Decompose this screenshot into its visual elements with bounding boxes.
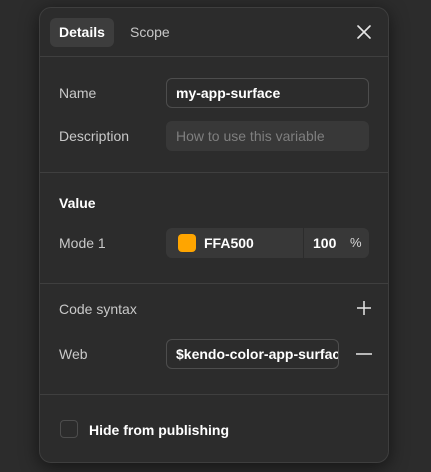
web-label: Web [59,346,88,362]
value-heading: Value [59,195,96,211]
color-hex-input[interactable]: FFA500 [204,228,254,258]
mode-label: Mode 1 [59,235,106,251]
divider [40,56,388,57]
hide-from-publishing-checkbox[interactable] [60,420,78,438]
divider [40,283,388,284]
plus-icon[interactable] [354,298,374,318]
tab-details[interactable]: Details [50,18,114,47]
hide-from-publishing-label[interactable]: Hide from publishing [89,422,229,438]
description-label: Description [59,128,130,144]
code-syntax-heading: Code syntax [59,301,137,317]
variable-details-panel: Details Scope Name my-app-surface Descri… [39,7,389,463]
color-swatch[interactable] [178,234,196,252]
opacity-unit: % [350,235,362,250]
divider [40,394,388,395]
description-input[interactable]: How to use this variable [166,121,369,151]
name-label: Name [59,85,97,101]
tab-scope[interactable]: Scope [121,18,179,47]
close-icon[interactable] [354,22,374,42]
divider [40,172,388,173]
opacity-input[interactable]: 100 [313,228,336,258]
web-syntax-input[interactable]: $kendo-color-app-surface [166,339,339,369]
color-value-field: FFA500 100 % [166,228,369,258]
field-separator [303,228,304,258]
minus-icon[interactable] [354,344,374,364]
name-input[interactable]: my-app-surface [166,78,369,108]
